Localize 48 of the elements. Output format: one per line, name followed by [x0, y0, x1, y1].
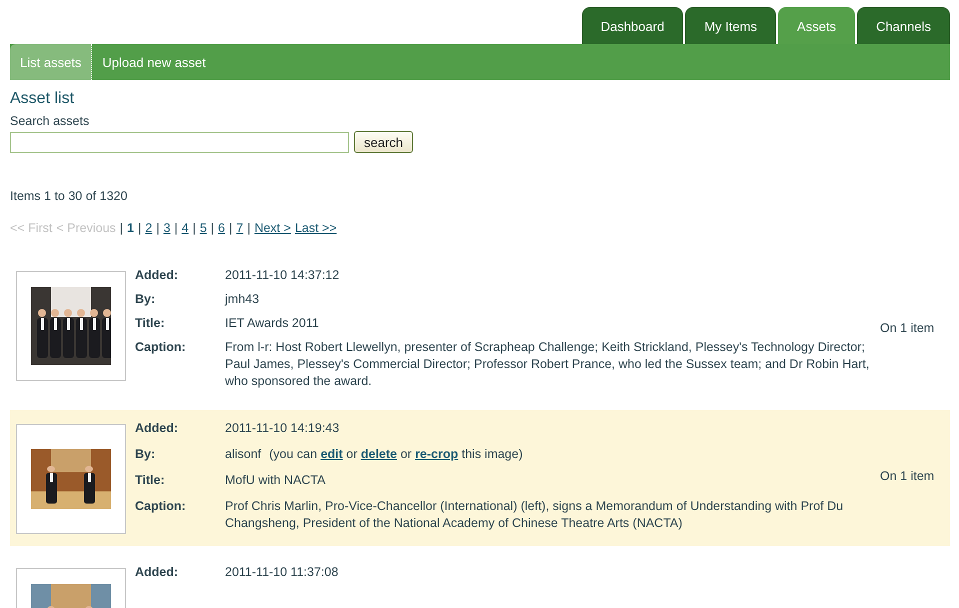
- last-page-link[interactable]: Last >>: [294, 221, 337, 235]
- separator: |: [174, 221, 178, 235]
- field-label: By:: [135, 291, 156, 308]
- page-link[interactable]: 5: [200, 221, 207, 235]
- next-page-link[interactable]: Next >: [254, 221, 291, 235]
- separator: |: [120, 221, 124, 235]
- action-link[interactable]: re-crop: [415, 447, 458, 461]
- field-value: MofU with NACTA: [225, 472, 326, 489]
- usage-text: On 1 item: [880, 469, 936, 483]
- page-link[interactable]: 7: [236, 221, 244, 235]
- search-button[interactable]: search: [354, 131, 414, 153]
- field-value: From l-r: Host Robert Llewellyn, presenter of Scrapheap Challenge; Keith Strickland, Plessey's Technology Director; Paul James, Plessey's Commercial Director; Professor Robert Prance, who led the Sussex team; and Dr Robin Hart, who sponsored the award.: [225, 339, 870, 390]
- field-value: 2011-11-10 14:19:43: [225, 420, 340, 437]
- permission-note: (you can edit or delete or re-crop this image): [269, 447, 523, 461]
- separator: |: [156, 221, 160, 235]
- field-value: Prof Chris Marlin, Pro-Vice-Chancellor (International) (left), signs a Memorandum of Understanding with Prof Du Changsheng, President of the National Academy of Chinese Theatre Arts (NACTA): [225, 498, 844, 532]
- separator: |: [210, 221, 214, 235]
- usage-text: On 1 item: [880, 320, 936, 334]
- page-heading: Asset list: [10, 90, 76, 108]
- items-summary: Items 1 to 30 of 1320: [10, 189, 128, 203]
- page-link[interactable]: 1: [127, 221, 134, 235]
- action-link[interactable]: edit: [320, 447, 343, 461]
- field-value: 2011-11-10 11:37:08: [225, 564, 340, 581]
- field-label: Caption:: [135, 498, 187, 515]
- field-label: Added:: [135, 420, 180, 437]
- nav-tab[interactable]: My Items: [685, 7, 776, 44]
- field-label: Added:: [135, 564, 180, 581]
- field-value: jmh43: [225, 291, 260, 308]
- nav-tab[interactable]: Channels: [857, 7, 950, 44]
- page-link[interactable]: 3: [163, 221, 170, 235]
- field-label: Caption:: [135, 339, 187, 356]
- nav-tab[interactable]: Dashboard: [582, 7, 684, 44]
- action-link[interactable]: delete: [360, 447, 397, 461]
- separator: |: [247, 221, 250, 235]
- separator: |: [138, 221, 142, 235]
- field-value: alisonf: [225, 447, 262, 461]
- page-link[interactable]: 4: [182, 221, 189, 235]
- field-label: Title:: [135, 315, 166, 332]
- field-value: 2011-11-10 14:37:12: [225, 267, 340, 284]
- page-link[interactable]: 6: [218, 221, 225, 235]
- field-label: Added:: [135, 267, 180, 284]
- field-label: Title:: [135, 472, 166, 489]
- page-link[interactable]: 2: [145, 221, 152, 235]
- field-label: By:: [135, 446, 156, 463]
- separator: |: [229, 221, 232, 235]
- search-label: Search assets: [10, 114, 90, 128]
- separator: |: [192, 221, 196, 235]
- field-value: IET Awards 2011: [225, 315, 320, 332]
